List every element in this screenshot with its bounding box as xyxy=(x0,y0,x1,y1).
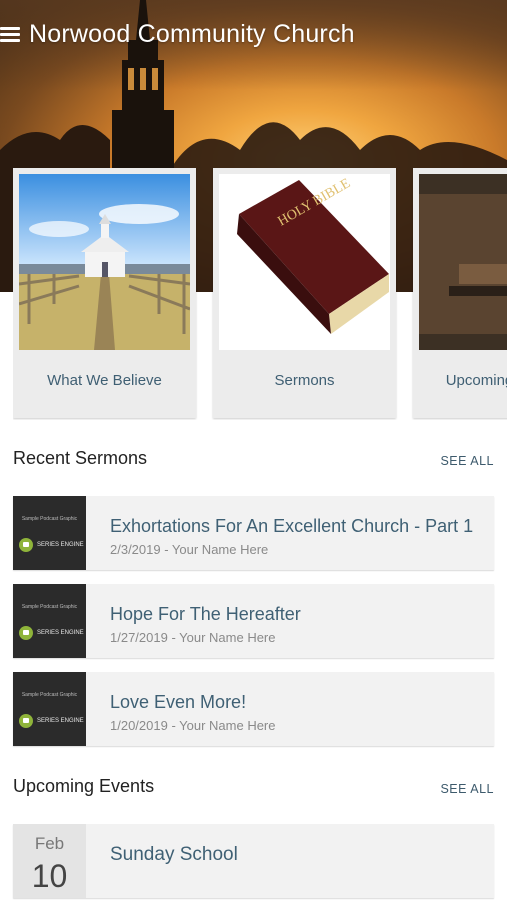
sermon-meta: 1/20/2019 - Your Name Here xyxy=(110,718,276,733)
card-upcoming-events[interactable]: Upcoming Events xyxy=(413,168,507,418)
sermon-row[interactable]: Sample Podcast Graphic SERIES ENGINE Hop… xyxy=(13,584,494,658)
sermon-artwork: Sample Podcast Graphic SERIES ENGINE xyxy=(13,496,86,570)
card-label: What We Believe xyxy=(47,372,162,389)
sermon-title: Exhortations For An Excellent Church - P… xyxy=(110,516,474,536)
sermon-meta: 1/27/2019 - Your Name Here xyxy=(110,630,276,645)
sermon-title: Love Even More! xyxy=(110,692,247,712)
sermon-row[interactable]: Sample Podcast Graphic SERIES ENGINE Exh… xyxy=(13,496,494,570)
events-see-all-link[interactable]: SEE ALL xyxy=(440,782,494,796)
upcoming-events-heading: Upcoming Events xyxy=(13,776,155,796)
event-month: Feb xyxy=(34,834,65,853)
event-row[interactable]: Feb 10 Sunday School xyxy=(13,824,494,898)
sermon-row[interactable]: Sample Podcast Graphic SERIES ENGINE Lov… xyxy=(13,672,494,746)
sermon-artwork: Sample Podcast Graphic SERIES ENGINE xyxy=(13,584,86,658)
card-label: Sermons xyxy=(274,372,335,389)
camera-icon xyxy=(19,626,33,640)
event-day: 10 xyxy=(31,858,68,894)
sermon-meta: 2/3/2019 - Your Name Here xyxy=(110,542,269,557)
card-label: Upcoming Events xyxy=(445,372,507,389)
hamburger-menu-icon[interactable] xyxy=(0,27,20,43)
event-date-block: Feb 10 xyxy=(13,824,86,898)
sermon-title: Hope For The Hereafter xyxy=(110,604,301,624)
country-church-photo xyxy=(19,174,190,350)
category-carousel[interactable]: What We Believe HOLY BIBLE Sermons Upcom… xyxy=(13,168,507,420)
event-title: Sunday School xyxy=(110,844,238,865)
camera-icon xyxy=(19,538,33,552)
sermon-artwork: Sample Podcast Graphic SERIES ENGINE xyxy=(13,672,86,746)
recent-sermons-heading: Recent Sermons xyxy=(13,448,148,468)
card-sermons[interactable]: HOLY BIBLE Sermons xyxy=(213,168,396,418)
sermons-see-all-link[interactable]: SEE ALL xyxy=(440,454,494,468)
old-pews-photo xyxy=(419,174,507,350)
card-what-we-believe[interactable]: What We Believe xyxy=(13,168,196,418)
holy-bible-photo: HOLY BIBLE xyxy=(219,174,390,350)
camera-icon xyxy=(19,714,33,728)
app-title: Norwood Community Church xyxy=(29,20,355,48)
